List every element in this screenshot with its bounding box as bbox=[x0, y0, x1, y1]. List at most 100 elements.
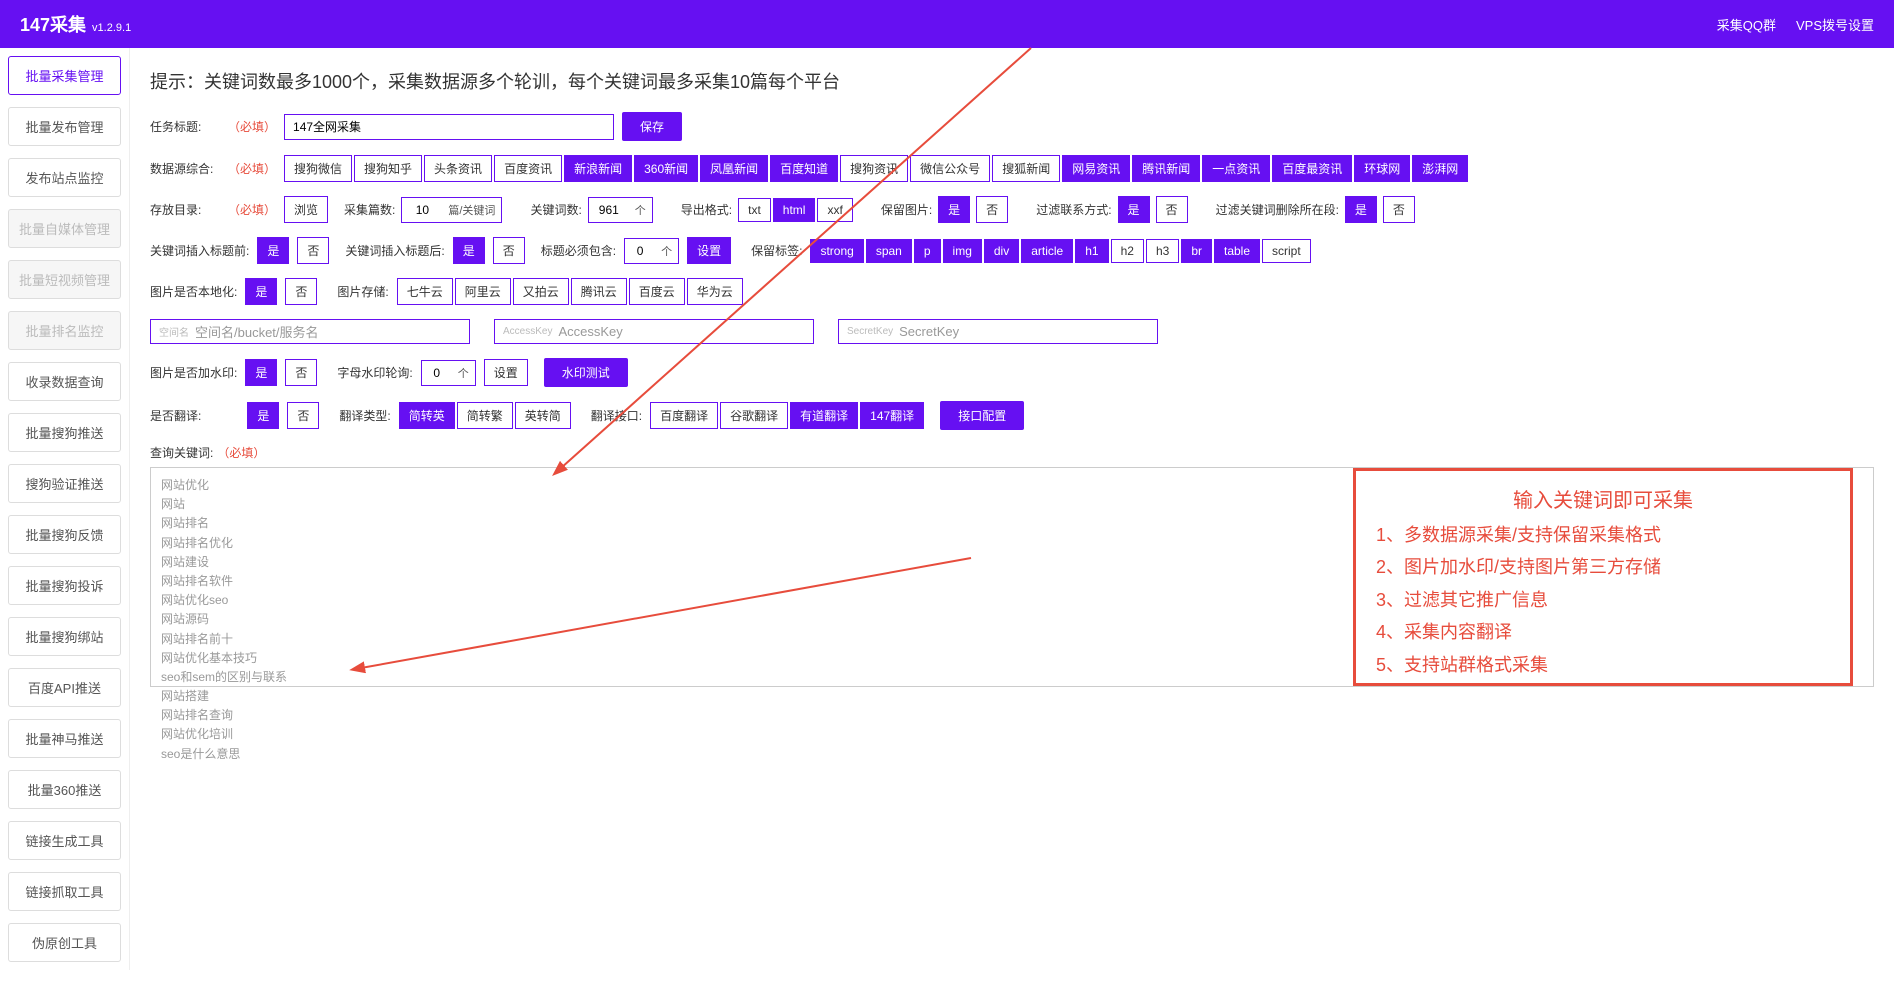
alpha-wm-input[interactable] bbox=[422, 362, 452, 384]
translate-type-2[interactable]: 英转简 bbox=[515, 402, 571, 429]
keep-tag-10[interactable]: table bbox=[1214, 239, 1260, 263]
sidebar-item-14[interactable]: 批量360推送 bbox=[8, 770, 121, 809]
save-button[interactable]: 保存 bbox=[622, 112, 682, 141]
source-tag-16[interactable]: 澎湃网 bbox=[1412, 155, 1468, 182]
keep-tag-11[interactable]: script bbox=[1262, 239, 1311, 263]
storage-ak-input[interactable] bbox=[558, 324, 805, 339]
api-config-button[interactable]: 接口配置 bbox=[940, 401, 1024, 430]
filter-contact-yes[interactable]: 是 bbox=[1118, 196, 1150, 223]
img-local-yes[interactable]: 是 bbox=[245, 278, 277, 305]
link-qq-group[interactable]: 采集QQ群 bbox=[1717, 15, 1776, 34]
keep-tag-4[interactable]: div bbox=[984, 239, 1019, 263]
source-tag-11[interactable]: 网易资讯 bbox=[1062, 155, 1130, 182]
link-vps-dial[interactable]: VPS拨号设置 bbox=[1796, 15, 1874, 34]
sidebar-item-6[interactable]: 收录数据查询 bbox=[8, 362, 121, 401]
keep-image-no[interactable]: 否 bbox=[976, 196, 1008, 223]
filter-contact-no[interactable]: 否 bbox=[1156, 196, 1188, 223]
watermark-test-button[interactable]: 水印测试 bbox=[544, 358, 628, 387]
sidebar-item-11[interactable]: 批量搜狗绑站 bbox=[8, 617, 121, 656]
title-must-input[interactable] bbox=[625, 240, 655, 262]
sidebar-item-13[interactable]: 批量神马推送 bbox=[8, 719, 121, 758]
kw-before-no[interactable]: 否 bbox=[297, 237, 329, 264]
title-must-set-button[interactable]: 设置 bbox=[687, 237, 731, 264]
source-tag-6[interactable]: 凤凰新闻 bbox=[700, 155, 768, 182]
export-format-0[interactable]: txt bbox=[738, 198, 771, 222]
keywords-textarea[interactable]: 网站优化网站网站排名网站排名优化网站建设网站排名软件网站优化seo网站源码网站排… bbox=[150, 467, 1874, 687]
export-format-1[interactable]: html bbox=[773, 198, 816, 222]
img-store-4[interactable]: 百度云 bbox=[629, 278, 685, 305]
keep-tag-7[interactable]: h2 bbox=[1111, 239, 1144, 263]
translate-yes[interactable]: 是 bbox=[247, 402, 279, 429]
keep-tag-6[interactable]: h1 bbox=[1075, 239, 1108, 263]
export-format-2[interactable]: xxf bbox=[817, 198, 852, 222]
img-local-no[interactable]: 否 bbox=[285, 278, 317, 305]
kw-before-yes[interactable]: 是 bbox=[257, 237, 289, 264]
task-title-input[interactable] bbox=[284, 114, 614, 140]
img-store-2[interactable]: 又拍云 bbox=[513, 278, 569, 305]
translate-api-0[interactable]: 百度翻译 bbox=[650, 402, 718, 429]
filter-keyword-yes[interactable]: 是 bbox=[1345, 196, 1377, 223]
source-tag-1[interactable]: 搜狗知乎 bbox=[354, 155, 422, 182]
source-tag-10[interactable]: 搜狐新闻 bbox=[992, 155, 1060, 182]
filter-keyword-no[interactable]: 否 bbox=[1383, 196, 1415, 223]
source-tag-8[interactable]: 搜狗资讯 bbox=[840, 155, 908, 182]
source-tag-3[interactable]: 百度资讯 bbox=[494, 155, 562, 182]
browse-button[interactable]: 浏览 bbox=[284, 196, 328, 223]
source-tag-15[interactable]: 环球网 bbox=[1354, 155, 1410, 182]
source-tag-5[interactable]: 360新闻 bbox=[634, 155, 698, 182]
sidebar-item-15[interactable]: 链接生成工具 bbox=[8, 821, 121, 860]
source-tag-0[interactable]: 搜狗微信 bbox=[284, 155, 352, 182]
watermark-yes[interactable]: 是 bbox=[245, 359, 277, 386]
keep-tag-2[interactable]: p bbox=[914, 239, 941, 263]
img-store-label: 图片存储: bbox=[337, 283, 388, 300]
collect-count-input[interactable] bbox=[402, 199, 442, 221]
translate-type-1[interactable]: 简转繁 bbox=[457, 402, 513, 429]
sidebar-item-7[interactable]: 批量搜狗推送 bbox=[8, 413, 121, 452]
sidebar-item-1[interactable]: 批量发布管理 bbox=[8, 107, 121, 146]
img-store-3[interactable]: 腾讯云 bbox=[571, 278, 627, 305]
keep-tag-8[interactable]: h3 bbox=[1146, 239, 1179, 263]
keep-tag-9[interactable]: br bbox=[1181, 239, 1212, 263]
watermark-no[interactable]: 否 bbox=[285, 359, 317, 386]
translate-api-3[interactable]: 147翻译 bbox=[860, 402, 924, 429]
img-store-5[interactable]: 华为云 bbox=[687, 278, 743, 305]
storage-space-input[interactable] bbox=[195, 324, 461, 339]
storage-sk-input[interactable] bbox=[899, 324, 1149, 339]
sidebar-item-16[interactable]: 链接抓取工具 bbox=[8, 872, 121, 911]
sidebar-item-2[interactable]: 发布站点监控 bbox=[8, 158, 121, 197]
storage-ak-field[interactable]: AccessKey bbox=[494, 319, 814, 344]
keep-image-yes[interactable]: 是 bbox=[938, 196, 970, 223]
translate-api-2[interactable]: 有道翻译 bbox=[790, 402, 858, 429]
source-tag-2[interactable]: 头条资讯 bbox=[424, 155, 492, 182]
sidebar-item-0[interactable]: 批量采集管理 bbox=[8, 56, 121, 95]
kw-after-no[interactable]: 否 bbox=[493, 237, 525, 264]
keep-tag-0[interactable]: strong bbox=[810, 239, 863, 263]
source-tag-4[interactable]: 新浪新闻 bbox=[564, 155, 632, 182]
kw-after-yes[interactable]: 是 bbox=[453, 237, 485, 264]
img-store-0[interactable]: 七牛云 bbox=[397, 278, 453, 305]
keyword-count-input[interactable] bbox=[589, 199, 629, 221]
translate-no[interactable]: 否 bbox=[287, 402, 319, 429]
alpha-wm-set-button[interactable]: 设置 bbox=[484, 359, 528, 386]
sidebar-item-8[interactable]: 搜狗验证推送 bbox=[8, 464, 121, 503]
keep-tag-5[interactable]: article bbox=[1021, 239, 1073, 263]
source-tag-14[interactable]: 百度最资讯 bbox=[1272, 155, 1352, 182]
export-format-label: 导出格式: bbox=[681, 201, 732, 218]
source-tag-13[interactable]: 一点资讯 bbox=[1202, 155, 1270, 182]
sidebar-item-10[interactable]: 批量搜狗投诉 bbox=[8, 566, 121, 605]
keep-tag-3[interactable]: img bbox=[943, 239, 982, 263]
task-title-label: 任务标题: bbox=[150, 118, 220, 135]
annotation-overlay: 输入关键词即可采集 1、多数据源采集/支持保留采集格式 2、图片加水印/支持图片… bbox=[1353, 468, 1853, 686]
keep-tag-1[interactable]: span bbox=[866, 239, 912, 263]
sidebar-item-9[interactable]: 批量搜狗反馈 bbox=[8, 515, 121, 554]
source-tag-7[interactable]: 百度知道 bbox=[770, 155, 838, 182]
storage-space-field[interactable]: 空间名 bbox=[150, 319, 470, 344]
source-tag-12[interactable]: 腾讯新闻 bbox=[1132, 155, 1200, 182]
translate-api-1[interactable]: 谷歌翻译 bbox=[720, 402, 788, 429]
sidebar-item-12[interactable]: 百度API推送 bbox=[8, 668, 121, 707]
sidebar-item-17[interactable]: 伪原创工具 bbox=[8, 923, 121, 962]
source-tag-9[interactable]: 微信公众号 bbox=[910, 155, 990, 182]
img-store-1[interactable]: 阿里云 bbox=[455, 278, 511, 305]
translate-type-0[interactable]: 简转英 bbox=[399, 402, 455, 429]
storage-sk-field[interactable]: SecretKey bbox=[838, 319, 1158, 344]
